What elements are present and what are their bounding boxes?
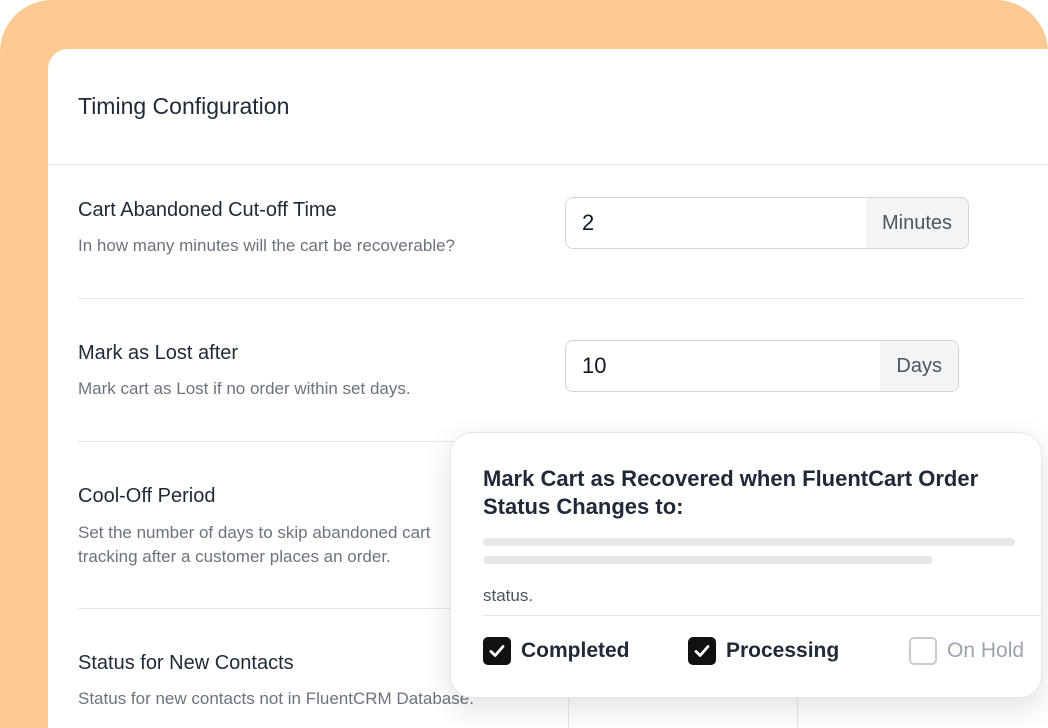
checkbox-checked-icon[interactable] bbox=[483, 637, 511, 665]
popup-divider bbox=[483, 615, 1041, 616]
mark-lost-value[interactable]: 10 bbox=[566, 341, 880, 391]
setting-title-cooloff: Cool-Off Period bbox=[78, 485, 216, 507]
skeleton-line bbox=[483, 538, 1015, 546]
checkbox-unchecked-icon[interactable] bbox=[909, 637, 937, 665]
setting-title-cutoff: Cart Abandoned Cut-off Time bbox=[78, 199, 337, 221]
cutoff-time-unit: Minutes bbox=[865, 198, 968, 248]
checkbox-on-hold-label: On Hold bbox=[947, 639, 1025, 662]
cutoff-time-value[interactable]: 2 bbox=[566, 198, 866, 248]
setting-title-new-contacts: Status for New Contacts bbox=[78, 652, 294, 674]
checkbox-completed[interactable]: Completed bbox=[483, 637, 630, 665]
checkbox-processing[interactable]: Processing bbox=[688, 637, 839, 665]
card-title: Timing Configuration bbox=[78, 93, 290, 119]
setting-desc-cutoff: In how many minutes will the cart be rec… bbox=[78, 236, 456, 255]
header-divider bbox=[48, 164, 1048, 165]
checkbox-on-hold[interactable]: On Hold bbox=[909, 637, 1024, 665]
setting-desc-cooloff: Set the number of days to skip abandoned… bbox=[78, 523, 431, 566]
mark-lost-unit: Days bbox=[880, 341, 958, 391]
cutoff-time-input[interactable]: 2 Minutes bbox=[565, 197, 969, 249]
checkbox-processing-label: Processing bbox=[726, 639, 840, 662]
setting-desc-lost: Mark cart as Lost if no order within set… bbox=[78, 379, 411, 398]
checkbox-completed-label: Completed bbox=[521, 639, 630, 662]
popup-hint-text: status. bbox=[483, 586, 534, 605]
skeleton-line bbox=[483, 556, 933, 564]
setting-title-lost: Mark as Lost after bbox=[78, 342, 239, 364]
mark-lost-input[interactable]: 10 Days bbox=[565, 340, 959, 392]
popup-title: Mark Cart as Recovered when FluentCart O… bbox=[483, 466, 979, 519]
recovered-status-popup: Mark Cart as Recovered when FluentCart O… bbox=[450, 432, 1042, 698]
checkbox-checked-icon[interactable] bbox=[688, 637, 716, 665]
row-divider bbox=[78, 298, 1025, 299]
